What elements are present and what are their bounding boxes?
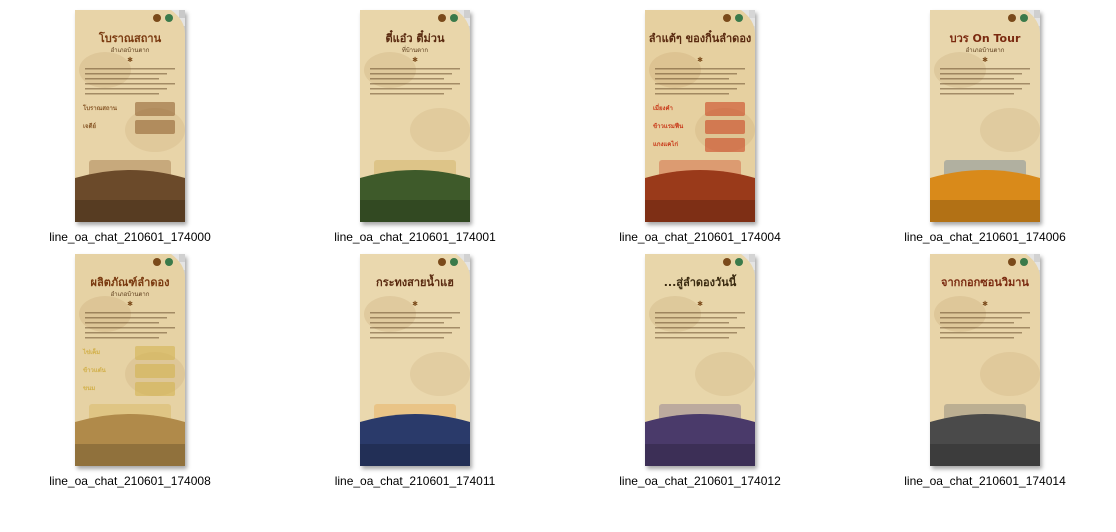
file-name-label[interactable]: line_oa_chat_210601_174000: [20, 230, 240, 244]
file-thumbnail[interactable]: จากกอกซอนวิมาน ✱: [930, 254, 1040, 466]
poster-label: ข้าวแต๋น: [83, 366, 107, 374]
poster-label: เจดีย์: [83, 122, 96, 130]
file-item[interactable]: กระทงสายน้ำแฮ ✱ line_oa_chat_210601_174011: [305, 254, 525, 494]
poster-heading: ตี๋แอ๋ว ตี๋ม่วน: [386, 29, 445, 45]
poster-image: ตี๋แอ๋ว ตี๋ม่วนที่บ้านตาก ✱: [360, 10, 470, 222]
poster-heading: บวร On Tour: [950, 32, 1021, 45]
file-thumbnail[interactable]: โบราณสถาน อำเภอบ้านตาก ✱ โบราณสถาน เจดีย์: [75, 10, 185, 222]
file-thumbnail[interactable]: ตี๋แอ๋ว ตี๋ม่วน ที่บ้านตาก ✱: [360, 10, 470, 222]
file-item[interactable]: จากกอกซอนวิมาน ✱ line_oa_chat_210601_17401…: [875, 254, 1095, 494]
svg-text:✱: ✱: [412, 300, 418, 308]
poster-heading: จากกอกซอนวิมาน: [941, 276, 1029, 289]
file-item[interactable]: ผลิตภัณฑ์ลำดองอำเภอบ้านตาก ✱ ไข่เค็มข้าวแต…: [20, 254, 240, 494]
svg-text:✱: ✱: [982, 56, 988, 64]
file-item[interactable]: ...สู่ลำดองวันนี้ ✱ line_oa_chat_210601_17…: [590, 254, 810, 494]
poster-label: โบราณสถาน: [82, 104, 118, 112]
svg-text:✱: ✱: [982, 300, 988, 308]
poster-label: ขนม: [83, 385, 95, 392]
poster-heading: ผลิตภัณฑ์ลำดอง: [91, 276, 170, 289]
file-item[interactable]: ตี๋แอ๋ว ตี๋ม่วน ที่บ้านตาก ✱ line_oa_chat_2…: [305, 10, 525, 250]
file-name-label[interactable]: line_oa_chat_210601_174008: [20, 474, 240, 488]
poster-image: กระทงสายน้ำแฮ ✱: [360, 254, 470, 466]
poster-subheading: ที่บ้านตาก: [402, 46, 429, 54]
poster-subheading: อำเภอบ้านตาก: [966, 47, 1005, 54]
poster-label: ข้าวแรมฟืน: [653, 122, 684, 130]
file-name-label[interactable]: line_oa_chat_210601_174012: [590, 474, 810, 488]
file-grid: โบราณสถาน อำเภอบ้านตาก ✱ โบราณสถาน เจดีย์ lin…: [0, 0, 1116, 532]
file-thumbnail[interactable]: กระทงสายน้ำแฮ ✱: [360, 254, 470, 466]
poster-label: เมี่ยงคำ: [653, 103, 673, 112]
poster-heading: ลำแต้ๆ ของกิ๋นลำดอง: [649, 29, 752, 45]
file-thumbnail[interactable]: ลำแต้ๆ ของกิ๋นลำดอง ✱ เมี่ยงคำข้าวแรมฟืนแก…: [645, 10, 755, 222]
file-item[interactable]: ลำแต้ๆ ของกิ๋นลำดอง ✱ เมี่ยงคำข้าวแรมฟืนแก…: [590, 10, 810, 250]
poster-image: ...สู่ลำดองวันนี้ ✱: [645, 254, 755, 466]
file-name-label[interactable]: line_oa_chat_210601_174014: [875, 474, 1095, 488]
svg-text:✱: ✱: [127, 300, 133, 308]
file-thumbnail[interactable]: ...สู่ลำดองวันนี้ ✱: [645, 254, 755, 466]
file-name-label[interactable]: line_oa_chat_210601_174011: [305, 474, 525, 488]
poster-label: ไข่เค็ม: [82, 347, 100, 356]
poster-heading: ...สู่ลำดองวันนี้: [664, 274, 737, 290]
poster-image: จากกอกซอนวิมาน ✱: [930, 254, 1040, 466]
poster-subheading: อำเภอบ้านตาก: [111, 291, 150, 298]
poster-image: ลำแต้ๆ ของกิ๋นลำดอง ✱ เมี่ยงคำข้าวแรมฟืนแก…: [645, 10, 755, 222]
file-thumbnail[interactable]: ผลิตภัณฑ์ลำดองอำเภอบ้านตาก ✱ ไข่เค็มข้าวแต…: [75, 254, 185, 466]
poster-heading: โบราณสถาน: [98, 31, 162, 45]
svg-text:✱: ✱: [697, 56, 703, 64]
poster-heading: กระทงสายน้ำแฮ: [376, 274, 454, 289]
poster-image: บวร On Tour อำเภอบ้านตาก ✱: [930, 10, 1040, 222]
file-item[interactable]: บวร On Tour อำเภอบ้านตาก ✱ line_oa_chat_210…: [875, 10, 1095, 250]
svg-text:✱: ✱: [697, 300, 703, 308]
poster-image: ผลิตภัณฑ์ลำดองอำเภอบ้านตาก ✱ ไข่เค็มข้าวแต…: [75, 254, 185, 466]
svg-text:✱: ✱: [412, 56, 418, 64]
poster-image: โบราณสถานอำเภอบ้านตาก✱โบราณสถานเจดีย์: [75, 10, 185, 222]
file-name-label[interactable]: line_oa_chat_210601_174004: [590, 230, 810, 244]
file-name-label[interactable]: line_oa_chat_210601_174006: [875, 230, 1095, 244]
poster-label: แกงแคไก่: [653, 140, 678, 148]
file-name-label[interactable]: line_oa_chat_210601_174001: [305, 230, 525, 244]
file-item[interactable]: โบราณสถาน อำเภอบ้านตาก ✱ โบราณสถาน เจดีย์ lin…: [20, 10, 240, 250]
file-thumbnail[interactable]: บวร On Tour อำเภอบ้านตาก ✱: [930, 10, 1040, 222]
svg-text:✱: ✱: [127, 56, 133, 64]
poster-subheading: อำเภอบ้านตาก: [111, 47, 150, 54]
